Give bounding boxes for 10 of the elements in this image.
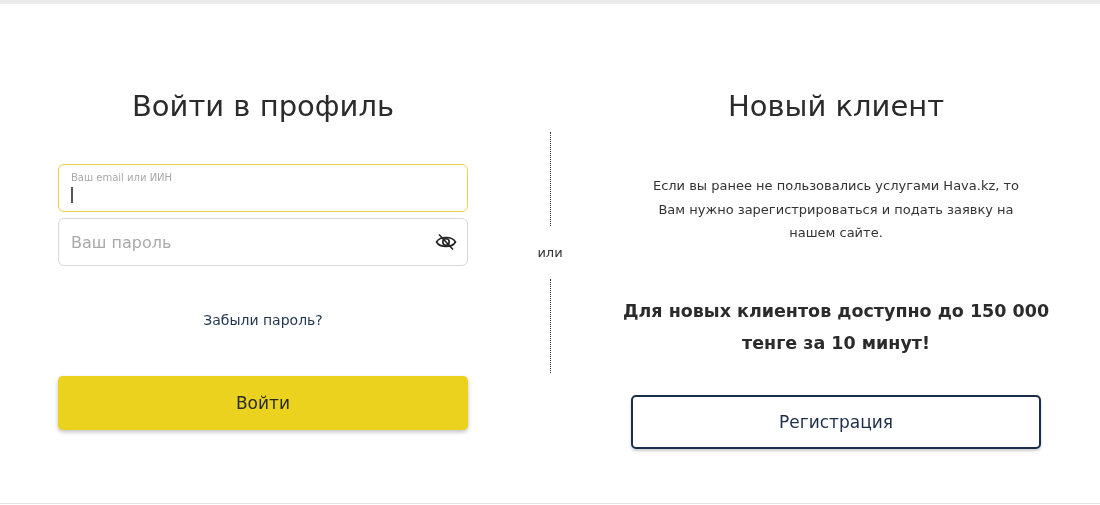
login-button[interactable]: Войти	[58, 376, 468, 430]
eye-crossed-icon[interactable]	[435, 233, 457, 251]
promo-text: Для новых клиентов доступно до 150 000 тенге за 10 минут!	[621, 299, 1051, 355]
register-title: Новый клиент	[727, 88, 945, 125]
register-button[interactable]: Регистрация	[631, 394, 1041, 449]
or-label: или	[537, 245, 563, 260]
register-description: Если вы ранее не пользовались услугами Hava.kz, то Вам нужно зарегистрироваться и подать заявку на нашем сайте.	[651, 177, 1021, 242]
login-title: Войти в профиль	[131, 88, 395, 125]
forgot-password-link[interactable]: Забыли пароль?	[203, 310, 323, 330]
field-label: Ваш email или ИИН	[71, 172, 174, 183]
